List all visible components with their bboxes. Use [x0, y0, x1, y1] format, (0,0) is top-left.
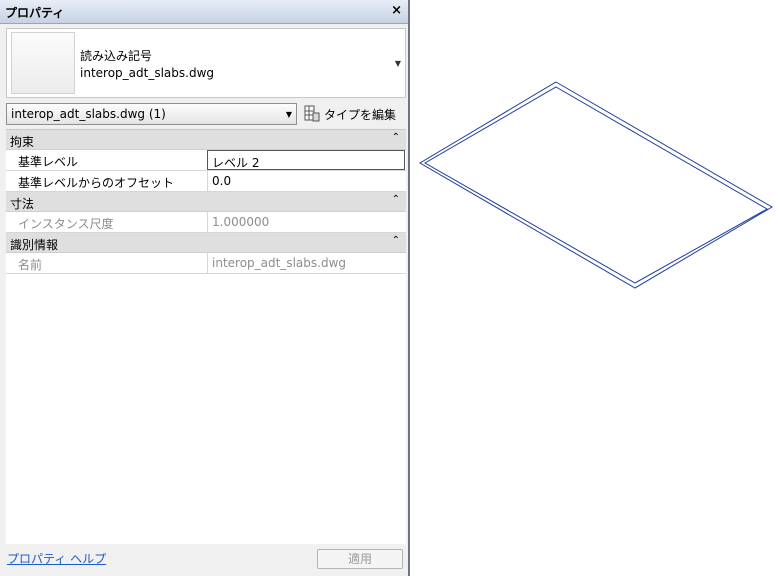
- property-grid: 拘束 ⌃ 基準レベル レベル 2 基準レベルからのオフセット 0.0 寸法 ⌃ …: [6, 129, 406, 544]
- apply-button[interactable]: 適用: [317, 549, 403, 569]
- property-name: 基準レベル: [18, 155, 79, 169]
- properties-palette: プロパティ × 読み込み記号 interop_adt_slabs.dwg ▼ i…: [0, 0, 410, 576]
- offset-field[interactable]: 0.0: [207, 171, 405, 191]
- chevron-down-icon[interactable]: ▼: [286, 110, 292, 119]
- instance-filter-value: interop_adt_slabs.dwg (1): [11, 107, 166, 121]
- property-value: 0.0: [212, 174, 232, 188]
- collapse-icon[interactable]: ⌃: [392, 194, 400, 205]
- chevron-down-icon[interactable]: ▼: [395, 59, 401, 68]
- drawing-viewport[interactable]: [410, 0, 779, 576]
- property-name: 名前: [18, 258, 43, 272]
- base-level-field[interactable]: レベル 2: [207, 150, 405, 170]
- group-constraints[interactable]: 拘束 ⌃: [6, 130, 406, 150]
- type-thumbnail: [11, 32, 75, 94]
- instance-scale-field: 1.000000: [207, 212, 405, 232]
- edit-type-icon: [304, 105, 320, 122]
- type-family-label: 読み込み記号: [80, 49, 153, 63]
- edit-type-button[interactable]: タイプを編集: [302, 103, 404, 125]
- property-value: レベル 2: [212, 156, 260, 170]
- name-field: interop_adt_slabs.dwg: [207, 253, 405, 273]
- collapse-icon[interactable]: ⌃: [392, 132, 400, 143]
- property-value: 1.000000: [212, 215, 270, 229]
- property-name: インスタンス尺度: [18, 217, 114, 231]
- group-label: 識別情報: [10, 238, 59, 252]
- group-identity-data[interactable]: 識別情報 ⌃: [6, 233, 406, 253]
- group-label: 寸法: [10, 197, 35, 211]
- palette-titlebar[interactable]: プロパティ ×: [0, 0, 408, 24]
- property-value: interop_adt_slabs.dwg: [212, 256, 347, 270]
- palette-title: プロパティ: [5, 6, 65, 20]
- property-row: 名前 interop_adt_slabs.dwg: [6, 253, 406, 274]
- group-label: 拘束: [10, 135, 35, 149]
- type-name-label: interop_adt_slabs.dwg: [80, 66, 215, 80]
- property-name: 基準レベルからのオフセット: [18, 176, 175, 190]
- properties-help-link[interactable]: プロパティ ヘルプ: [7, 550, 106, 567]
- slab-outline[interactable]: [419, 81, 773, 289]
- close-icon[interactable]: ×: [391, 3, 402, 18]
- collapse-icon[interactable]: ⌃: [392, 235, 400, 246]
- edit-type-label: タイプを編集: [324, 108, 397, 122]
- property-row: 基準レベルからのオフセット 0.0: [6, 171, 406, 192]
- group-dimensions[interactable]: 寸法 ⌃: [6, 192, 406, 212]
- instance-filter-dropdown[interactable]: interop_adt_slabs.dwg (1) ▼: [6, 103, 297, 125]
- property-row: 基準レベル レベル 2: [6, 150, 406, 171]
- type-selector[interactable]: 読み込み記号 interop_adt_slabs.dwg ▼: [6, 28, 406, 98]
- property-row: インスタンス尺度 1.000000: [6, 212, 406, 233]
